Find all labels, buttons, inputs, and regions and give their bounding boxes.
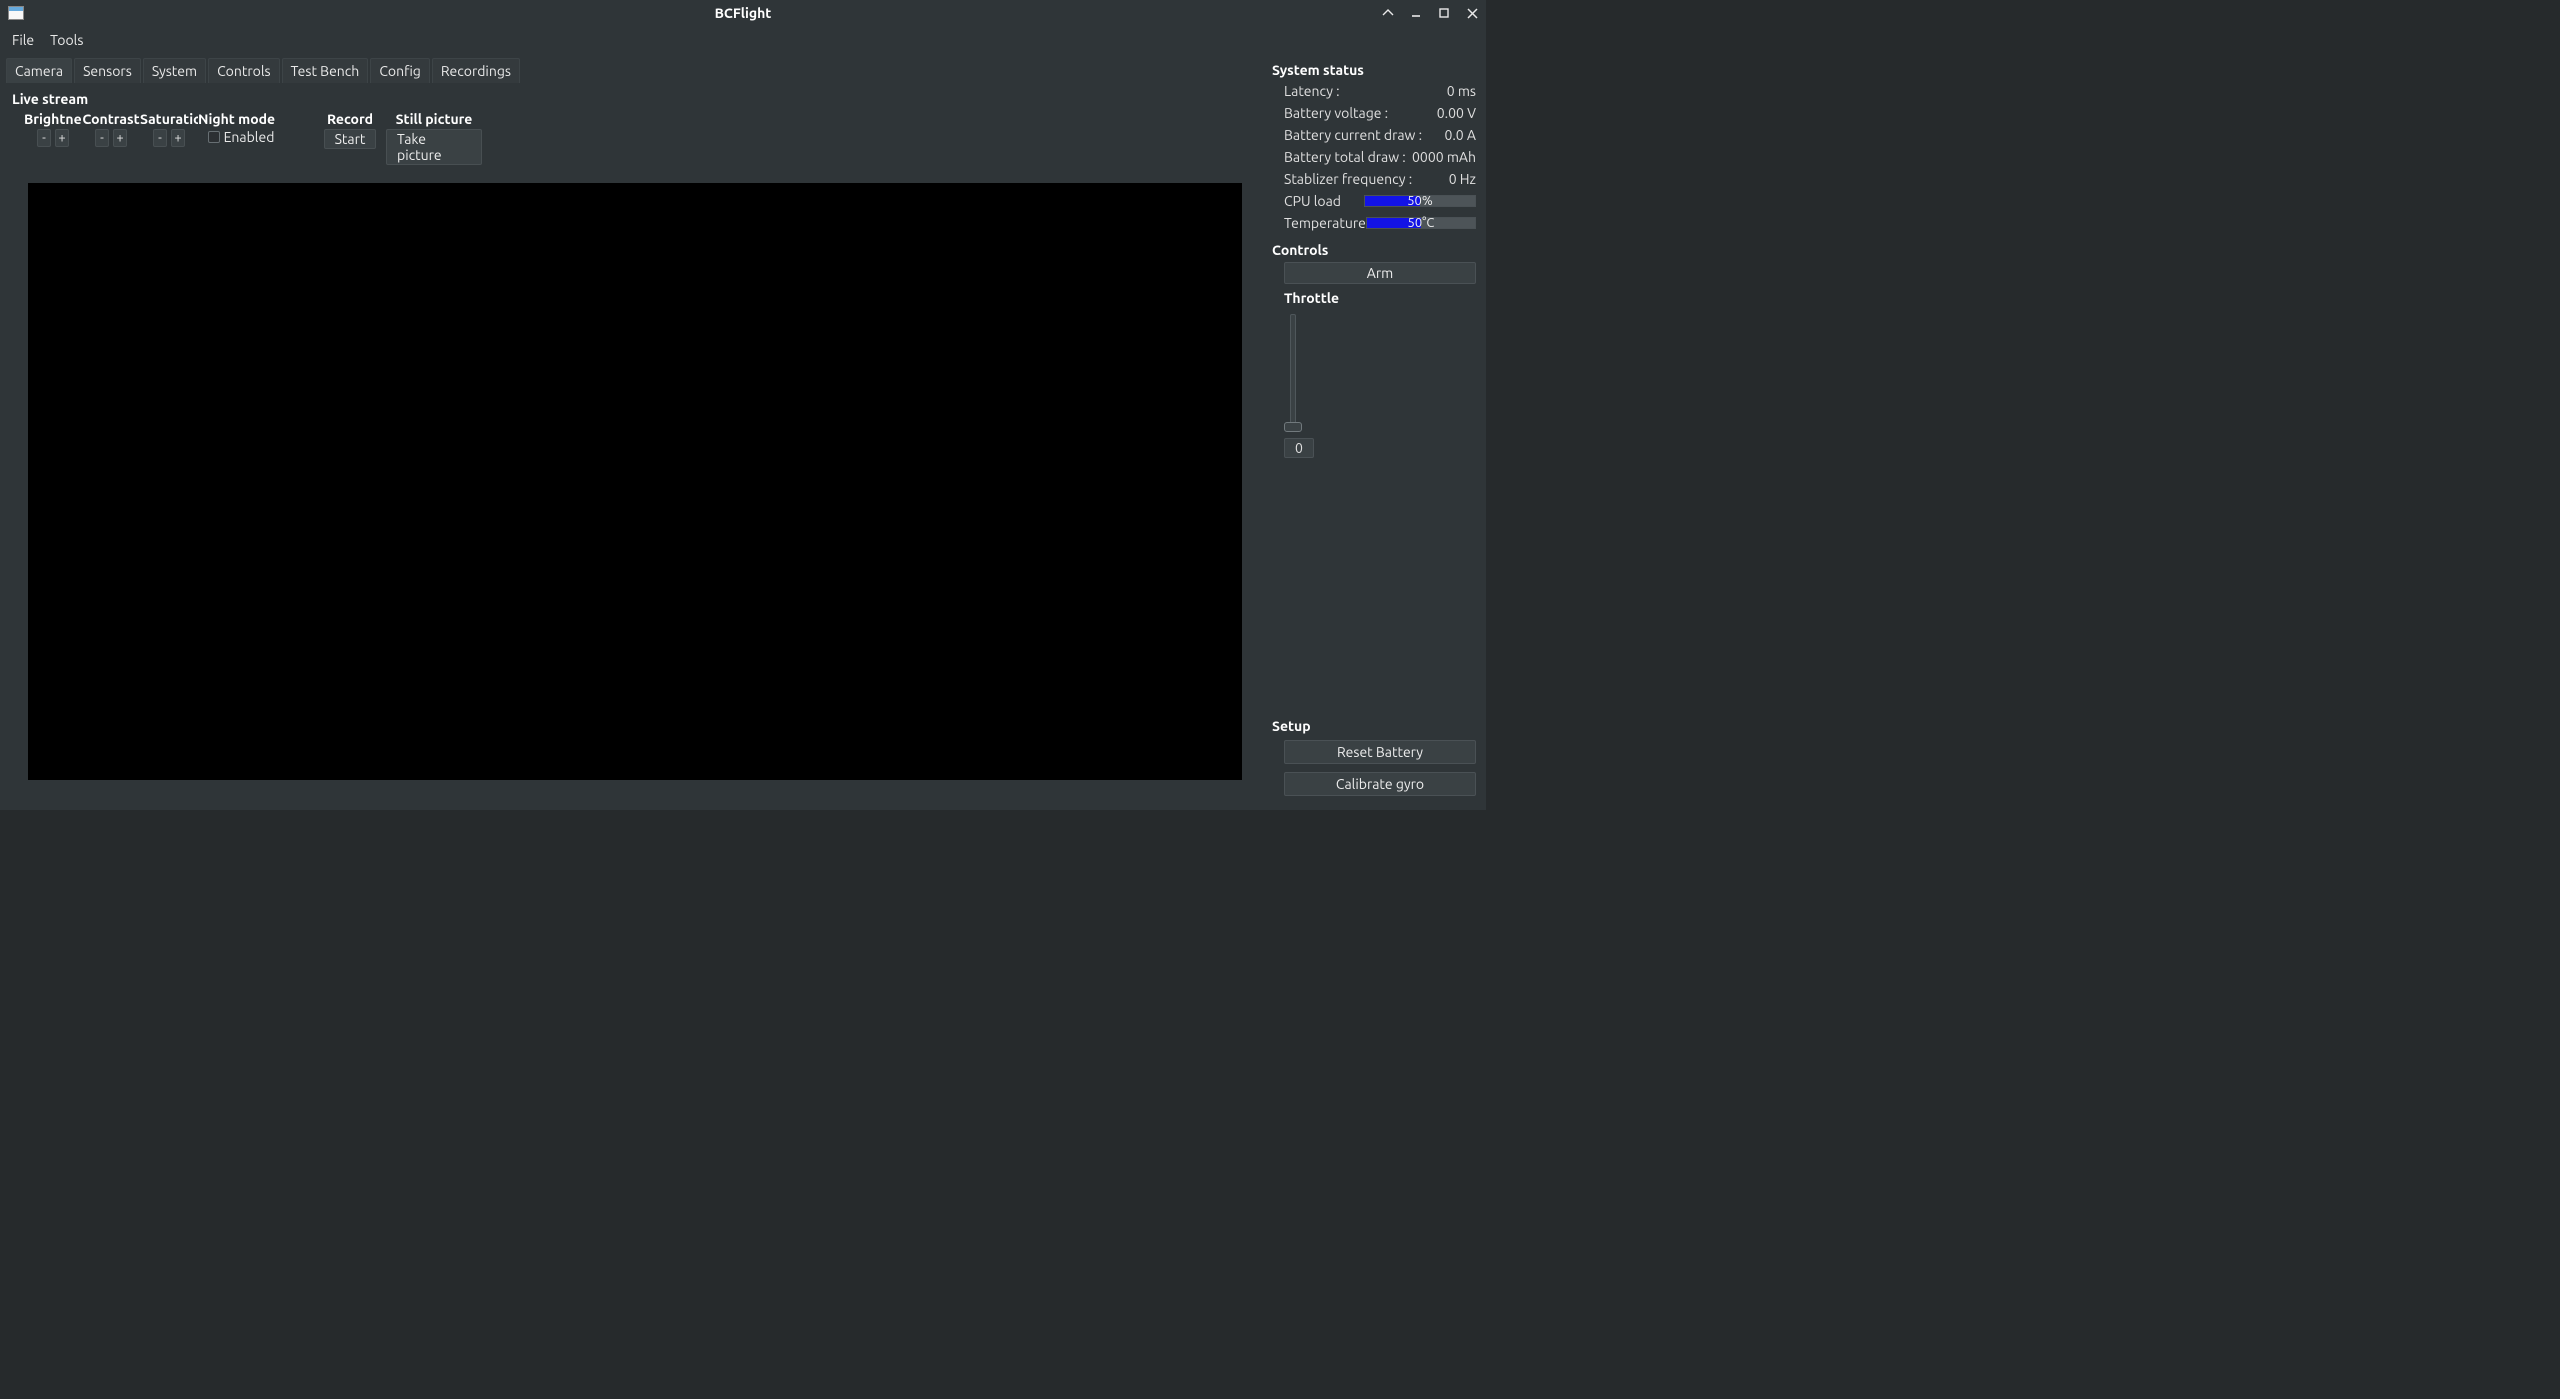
application-window: BCFlight File Tools Camera Sensors — [0, 0, 1486, 810]
stabilizer-value: 0 Hz — [1449, 171, 1476, 187]
throttle-track — [1290, 314, 1296, 432]
throttle-heading: Throttle — [1272, 290, 1476, 306]
latency-label: Latency : — [1284, 83, 1340, 99]
battery-current-row: Battery current draw : 0.0 A — [1272, 124, 1476, 146]
video-stream-view — [28, 183, 1242, 780]
battery-total-label: Battery total draw : — [1284, 149, 1406, 165]
contrast-plus-button[interactable]: + — [113, 129, 127, 147]
tab-bar: Camera Sensors System Controls Test Benc… — [6, 58, 1260, 83]
minimize-icon[interactable] — [1402, 0, 1430, 26]
cpu-load-label: CPU load — [1284, 193, 1341, 209]
night-mode-checkbox-label: Enabled — [224, 129, 275, 145]
night-mode-control: Night mode Enabled — [198, 111, 284, 165]
battery-total-row: Battery total draw : 0000 mAh — [1272, 146, 1476, 168]
tab-recordings[interactable]: Recordings — [432, 58, 520, 83]
contrast-minus-button[interactable]: - — [95, 129, 109, 147]
saturation-minus-button[interactable]: - — [153, 129, 167, 147]
tab-controls[interactable]: Controls — [208, 58, 279, 83]
saturation-plus-button[interactable]: + — [171, 129, 185, 147]
sidebar-spacer — [1272, 458, 1476, 716]
tab-system[interactable]: System — [143, 58, 206, 83]
tab-test-bench[interactable]: Test Bench — [282, 58, 369, 83]
temperature-row: Temperature 50°C — [1272, 212, 1476, 234]
keep-above-icon[interactable] — [1374, 0, 1402, 26]
calibrate-gyro-button[interactable]: Calibrate gyro — [1284, 772, 1476, 796]
menu-tools[interactable]: Tools — [42, 28, 91, 52]
maximize-icon[interactable] — [1430, 0, 1458, 26]
throttle-slider[interactable] — [1284, 314, 1302, 432]
saturation-control: Saturation - + — [140, 111, 198, 165]
contrast-label: Contrast — [82, 111, 140, 127]
temperature-progress: 50°C — [1366, 217, 1476, 229]
battery-total-value: 0000 mAh — [1412, 149, 1476, 165]
application-icon — [8, 6, 24, 20]
record-start-button[interactable]: Start — [324, 129, 377, 149]
throttle-handle[interactable] — [1284, 422, 1302, 432]
record-label: Record — [314, 111, 386, 127]
stabilizer-label: Stablizer frequency : — [1284, 171, 1412, 187]
still-picture-control: Still picture Take picture — [386, 111, 482, 165]
cpu-load-progress: 50% — [1364, 195, 1476, 207]
still-picture-label: Still picture — [386, 111, 482, 127]
battery-current-label: Battery current draw : — [1284, 127, 1422, 143]
throttle-block: 0 — [1272, 314, 1476, 458]
latency-value: 0 ms — [1447, 83, 1476, 99]
night-mode-label: Night mode — [198, 111, 284, 127]
menu-file[interactable]: File — [4, 28, 42, 52]
brightness-label: Brightness — [24, 111, 82, 127]
battery-voltage-label: Battery voltage : — [1284, 105, 1388, 121]
saturation-label: Saturation — [140, 111, 198, 127]
brightness-minus-button[interactable]: - — [37, 129, 51, 147]
stabilizer-row: Stablizer frequency : 0 Hz — [1272, 168, 1476, 190]
battery-current-value: 0.0 A — [1444, 127, 1476, 143]
window-controls — [1374, 0, 1486, 26]
reset-battery-button[interactable]: Reset Battery — [1284, 740, 1476, 764]
menu-bar: File Tools — [0, 26, 1486, 54]
camera-controls: Brightness - + Contrast - + Saturation — [6, 111, 1260, 175]
latency-row: Latency : 0 ms — [1272, 80, 1476, 102]
temperature-label: Temperature — [1284, 215, 1366, 231]
throttle-value: 0 — [1284, 438, 1314, 458]
arm-button[interactable]: Arm — [1284, 262, 1476, 284]
tab-sensors[interactable]: Sensors — [74, 58, 141, 83]
cpu-load-progress-text: 50% — [1365, 194, 1475, 208]
battery-voltage-value: 0.00 V — [1437, 105, 1476, 121]
controls-heading: Controls — [1272, 242, 1476, 258]
cpu-load-row: CPU load 50% — [1272, 190, 1476, 212]
content-area: Camera Sensors System Controls Test Benc… — [0, 54, 1486, 810]
live-stream-heading: Live stream — [6, 91, 1260, 111]
setup-heading: Setup — [1272, 718, 1476, 734]
sidebar: System status Latency : 0 ms Battery vol… — [1268, 54, 1486, 810]
record-control: Record Start — [314, 111, 386, 165]
brightness-plus-button[interactable]: + — [55, 129, 69, 147]
close-icon[interactable] — [1458, 0, 1486, 26]
tab-config[interactable]: Config — [370, 58, 430, 83]
main-panel: Camera Sensors System Controls Test Benc… — [0, 54, 1268, 810]
temperature-progress-text: 50°C — [1367, 216, 1475, 230]
battery-voltage-row: Battery voltage : 0.00 V — [1272, 102, 1476, 124]
tab-camera[interactable]: Camera — [6, 58, 72, 83]
contrast-control: Contrast - + — [82, 111, 140, 165]
brightness-control: Brightness - + — [24, 111, 82, 165]
spacer — [284, 111, 314, 165]
window-title: BCFlight — [0, 5, 1486, 21]
take-picture-button[interactable]: Take picture — [386, 129, 482, 165]
night-mode-checkbox[interactable] — [208, 131, 220, 143]
title-bar: BCFlight — [0, 0, 1486, 26]
system-status-heading: System status — [1272, 62, 1476, 78]
